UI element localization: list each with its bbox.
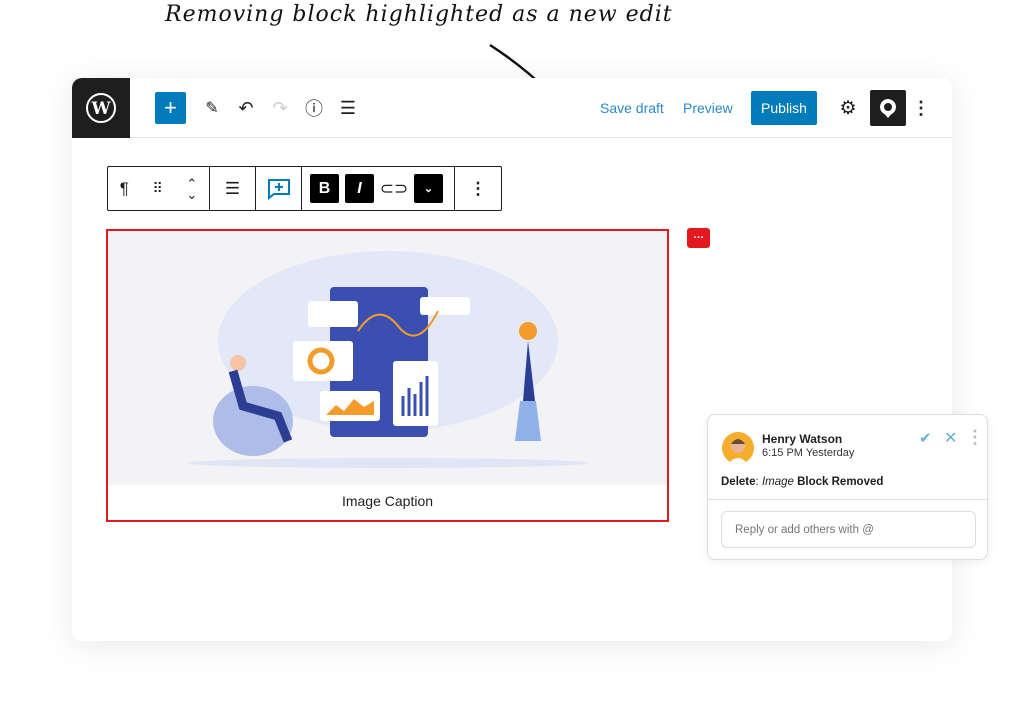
- comment-indicator-icon[interactable]: …: [687, 228, 710, 248]
- gear-icon: ⚙: [839, 97, 857, 119]
- align-button[interactable]: ☰: [210, 167, 256, 210]
- block-toolbar: ¶ ⠿ ⌃ ⌄ ☰ B I ⊂⊃ ⌄ ⋮: [107, 166, 502, 211]
- comment-message: Delete: Image Block Removed: [721, 476, 883, 488]
- list-view-icon: ☰: [339, 97, 357, 118]
- redo-icon: ↷: [272, 97, 288, 118]
- image-caption[interactable]: Image Caption: [108, 493, 667, 509]
- close-icon[interactable]: ✕: [944, 428, 957, 448]
- comment-menu-icon[interactable]: ⋮: [966, 427, 984, 448]
- comment-card: Henry Watson 6:15 PM Yesterday ✔ ✕ ⋮ Del…: [707, 414, 988, 560]
- info-icon: ⓘ: [305, 99, 323, 119]
- svg-text:W: W: [90, 99, 111, 119]
- publish-button[interactable]: Publish: [751, 91, 817, 125]
- dashboard-illustration: [188, 251, 588, 468]
- save-draft-button[interactable]: Save draft: [600, 92, 664, 124]
- comment-author: Henry Watson: [762, 432, 843, 446]
- block-options-button[interactable]: ⋮: [455, 167, 501, 210]
- status-text: Block Removed: [797, 476, 884, 488]
- comment-time: 6:15 PM Yesterday: [762, 447, 855, 459]
- divider: [708, 499, 987, 500]
- add-comment-button[interactable]: [256, 167, 302, 210]
- editor-header: W + ✎ ↶ ↷ ⓘ ☰ Save draft Preview Publish…: [72, 78, 952, 138]
- action-label: Delete: [721, 476, 756, 488]
- paragraph-icon[interactable]: ¶: [120, 167, 129, 210]
- format-controls: B I ⊂⊃ ⌄: [302, 167, 455, 210]
- comments-button[interactable]: [870, 90, 906, 126]
- settings-button[interactable]: ⚙: [837, 92, 859, 124]
- reply-input[interactable]: [721, 511, 976, 548]
- bold-button[interactable]: B: [310, 174, 339, 203]
- preview-button[interactable]: Preview: [683, 92, 733, 124]
- move-up-down-icon[interactable]: ⌃ ⌄: [186, 167, 197, 210]
- wordpress-icon: W: [86, 93, 116, 123]
- kebab-icon: ⋮: [912, 97, 930, 118]
- block-controls: ¶ ⠿ ⌃ ⌄: [108, 167, 210, 210]
- illustration-image: [108, 231, 667, 485]
- avatar: [722, 432, 754, 464]
- chevron-down-icon: ⌄: [423, 183, 434, 195]
- edit-tool-button[interactable]: ✎: [200, 92, 224, 124]
- add-comment-icon: [267, 178, 290, 200]
- kebab-icon: ⋮: [469, 178, 487, 198]
- add-block-button[interactable]: +: [155, 92, 186, 124]
- undo-icon: ↶: [238, 97, 254, 118]
- comment-pin-icon: [880, 99, 896, 118]
- drag-handle-icon[interactable]: ⠿: [152, 167, 162, 210]
- block-type: Image: [761, 476, 794, 488]
- resolve-check-icon[interactable]: ✔: [919, 429, 932, 447]
- link-icon: ⊂⊃: [379, 178, 409, 198]
- list-view-button[interactable]: ☰: [336, 92, 360, 124]
- redo-button[interactable]: ↷: [268, 92, 292, 124]
- italic-button[interactable]: I: [345, 174, 374, 203]
- colon: :: [755, 476, 759, 488]
- user-avatar-icon: [728, 439, 748, 464]
- align-left-icon: ☰: [224, 178, 241, 198]
- wordpress-logo[interactable]: W: [72, 78, 130, 138]
- image-block-highlighted[interactable]: Image Caption: [106, 229, 669, 522]
- link-button[interactable]: ⊂⊃: [377, 167, 411, 210]
- plus-icon: +: [164, 95, 177, 120]
- more-formats-button[interactable]: ⌄: [414, 174, 443, 203]
- more-options-button[interactable]: ⋮: [912, 92, 930, 124]
- details-button[interactable]: ⓘ: [302, 92, 326, 124]
- undo-button[interactable]: ↶: [234, 92, 258, 124]
- pencil-icon: ✎: [205, 100, 219, 117]
